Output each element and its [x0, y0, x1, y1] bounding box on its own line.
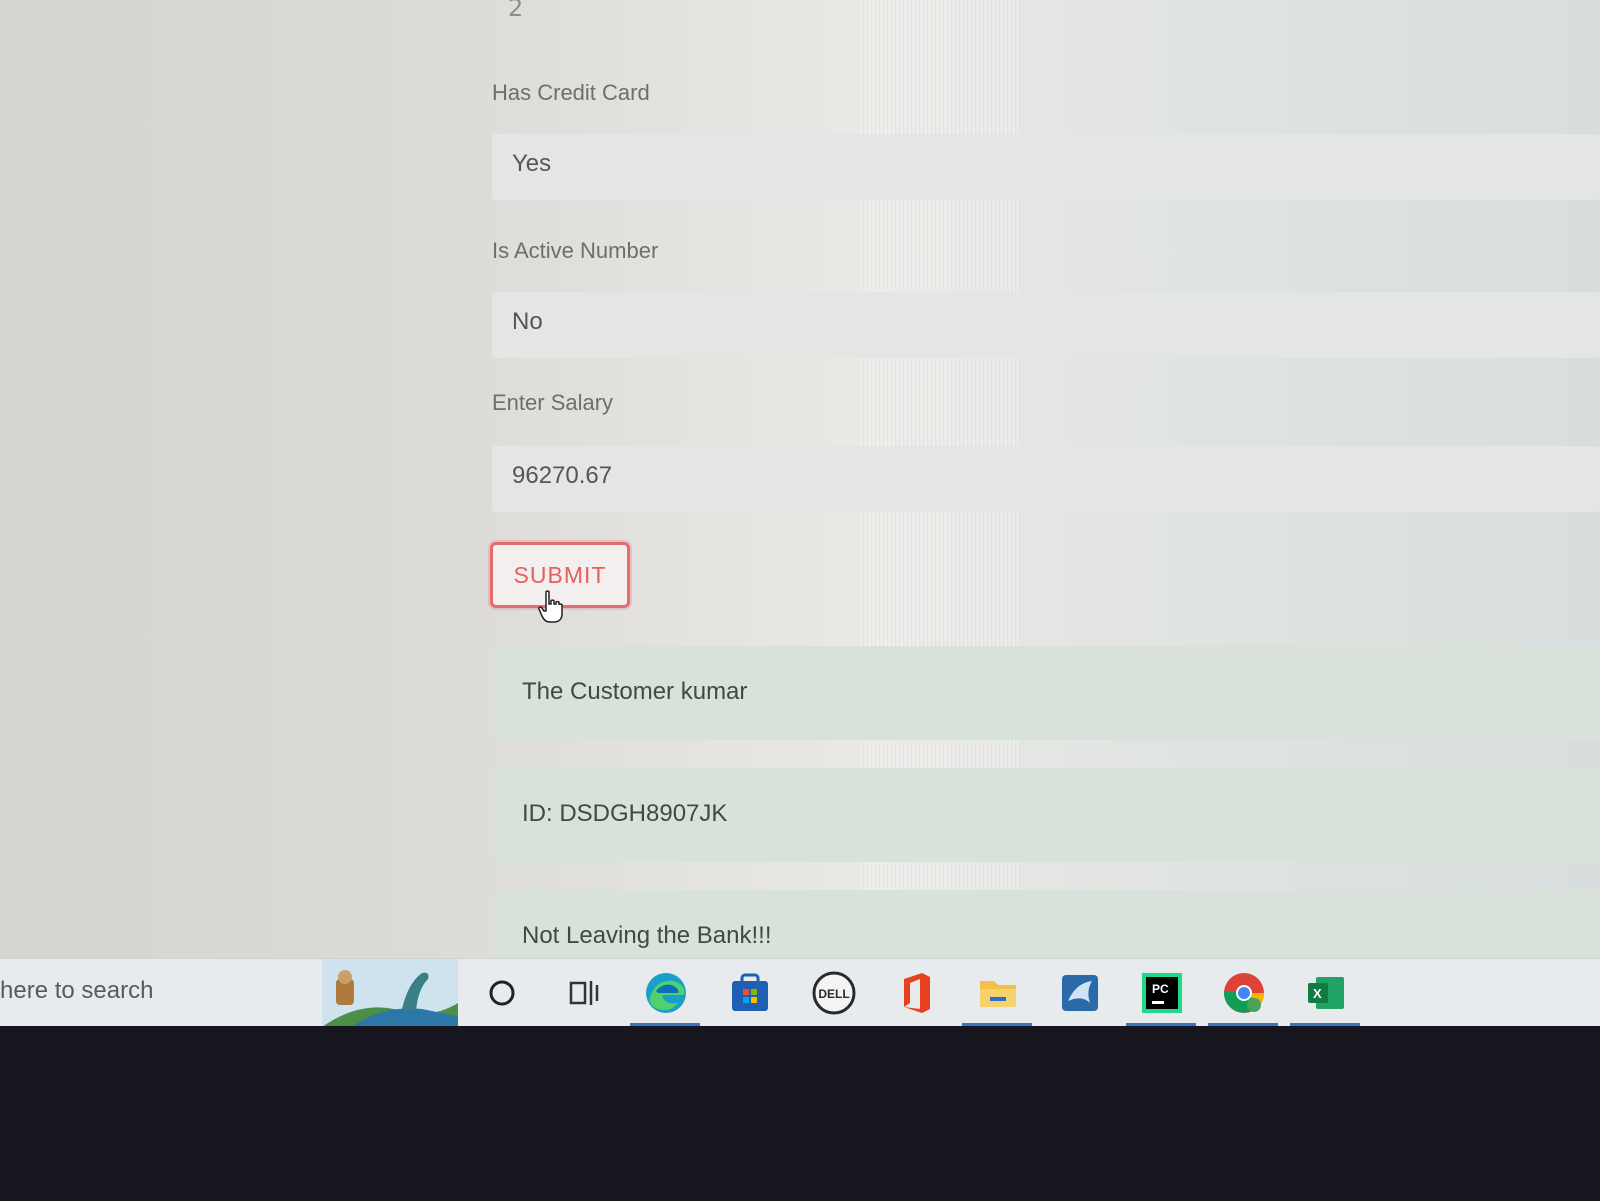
salary-input[interactable]: 96270.67 [492, 446, 1600, 512]
dell-badge-text: DELL [818, 987, 849, 1001]
search-highlight-art-icon [322, 959, 458, 1026]
enter-salary-label: Enter Salary [492, 390, 614, 415]
result-customer-id-text: ID: DSDGH8907JK [522, 800, 728, 827]
excel-badge-text: X [1313, 986, 1322, 1001]
previous-field-value: 2 [508, 0, 524, 22]
has-credit-card-select[interactable]: Yes [492, 134, 1600, 200]
edge-icon[interactable] [642, 969, 690, 1017]
store-icon[interactable] [726, 969, 774, 1017]
is-active-number-label: Is Active Number [492, 238, 659, 263]
is-active-number-value: No [512, 308, 543, 335]
hand-cursor-icon [538, 590, 563, 623]
browser-viewport: 2 Has Credit Card Yes Is Active Number N… [0, 0, 1600, 1026]
windows-taskbar: here to search DELL PC X [0, 958, 1600, 1026]
monitor-bezel [0, 1026, 1600, 1201]
result-prediction-text: Not Leaving the Bank!!! [522, 922, 772, 949]
taskbar-search-box[interactable]: here to search [0, 977, 153, 1005]
has-credit-card-label: Has Credit Card [492, 80, 650, 105]
office-icon[interactable] [892, 969, 940, 1017]
dell-icon[interactable]: DELL [810, 969, 858, 1017]
chrome-icon[interactable] [1220, 969, 1268, 1017]
pycharm-icon[interactable]: PC [1138, 969, 1186, 1017]
cortana-icon[interactable] [478, 969, 526, 1017]
mysql-workbench-icon[interactable] [1056, 969, 1104, 1017]
task-view-icon[interactable] [560, 969, 608, 1017]
is-active-number-select[interactable]: No [492, 292, 1600, 358]
salary-value: 96270.67 [512, 462, 613, 489]
pycharm-badge-text: PC [1152, 982, 1169, 996]
result-customer-id: ID: DSDGH8907JK [494, 768, 1600, 862]
file-explorer-icon[interactable] [974, 969, 1022, 1017]
has-credit-card-value: Yes [512, 150, 552, 177]
excel-icon[interactable]: X [1302, 969, 1350, 1017]
result-customer-name: The Customer kumar [494, 646, 1600, 740]
result-customer-name-text: The Customer kumar [522, 678, 748, 705]
